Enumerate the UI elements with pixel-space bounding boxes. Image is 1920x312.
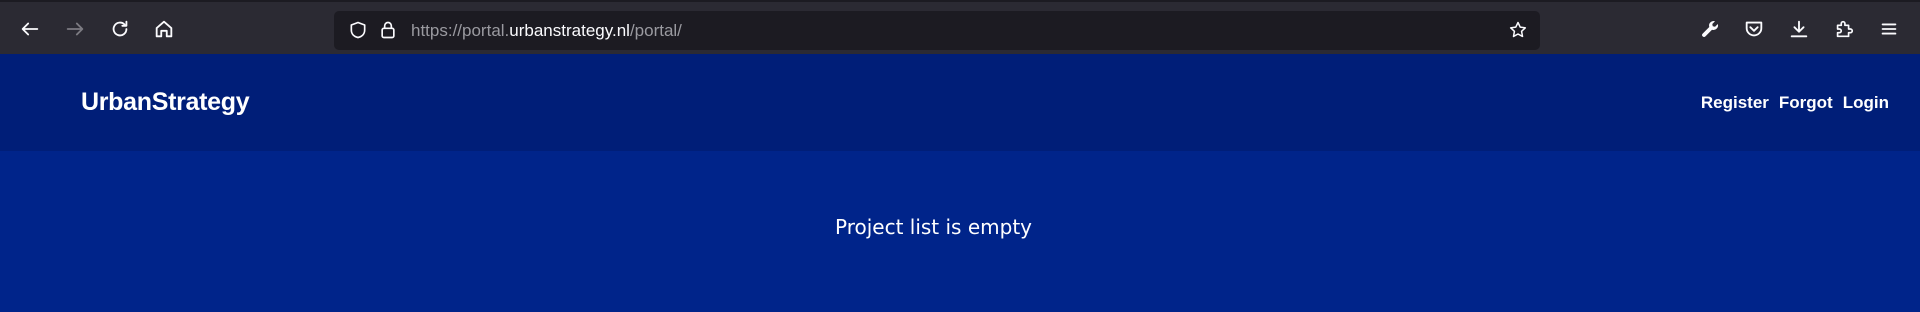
header-nav: Register Forgot Login	[1701, 54, 1889, 151]
forward-arrow-icon[interactable]	[57, 11, 93, 47]
pocket-icon[interactable]	[1736, 11, 1772, 47]
browser-toolbar: https://portal.urbanstrategy.nl/portal/	[0, 0, 1920, 54]
url-host: urbanstrategy.nl	[509, 21, 630, 40]
back-arrow-icon[interactable]	[12, 11, 48, 47]
site-header: UrbanStrategy Register Forgot Login	[0, 54, 1920, 151]
tracking-protection-shield-icon[interactable]	[346, 18, 370, 42]
register-link[interactable]: Register	[1701, 93, 1769, 113]
empty-state-message: Project list is empty	[834, 215, 1032, 239]
download-icon[interactable]	[1781, 11, 1817, 47]
url-prefix: https://portal.	[411, 21, 510, 40]
forgot-link[interactable]: Forgot	[1779, 93, 1833, 113]
main-content: Project list is empty	[0, 151, 1920, 312]
puzzle-icon[interactable]	[1826, 11, 1862, 47]
login-link[interactable]: Login	[1843, 93, 1889, 113]
hamburger-menu-icon[interactable]	[1871, 11, 1907, 47]
brand-logo-text[interactable]: UrbanStrategy	[81, 54, 250, 151]
reload-icon[interactable]	[102, 11, 138, 47]
url-text[interactable]: https://portal.urbanstrategy.nl/portal/	[411, 11, 682, 50]
star-icon[interactable]	[1506, 18, 1530, 42]
url-path: /portal/	[629, 21, 682, 40]
lock-icon[interactable]	[376, 18, 400, 42]
wrench-icon[interactable]	[1692, 11, 1728, 47]
home-icon[interactable]	[146, 11, 182, 47]
address-bar[interactable]: https://portal.urbanstrategy.nl/portal/	[334, 11, 1540, 50]
